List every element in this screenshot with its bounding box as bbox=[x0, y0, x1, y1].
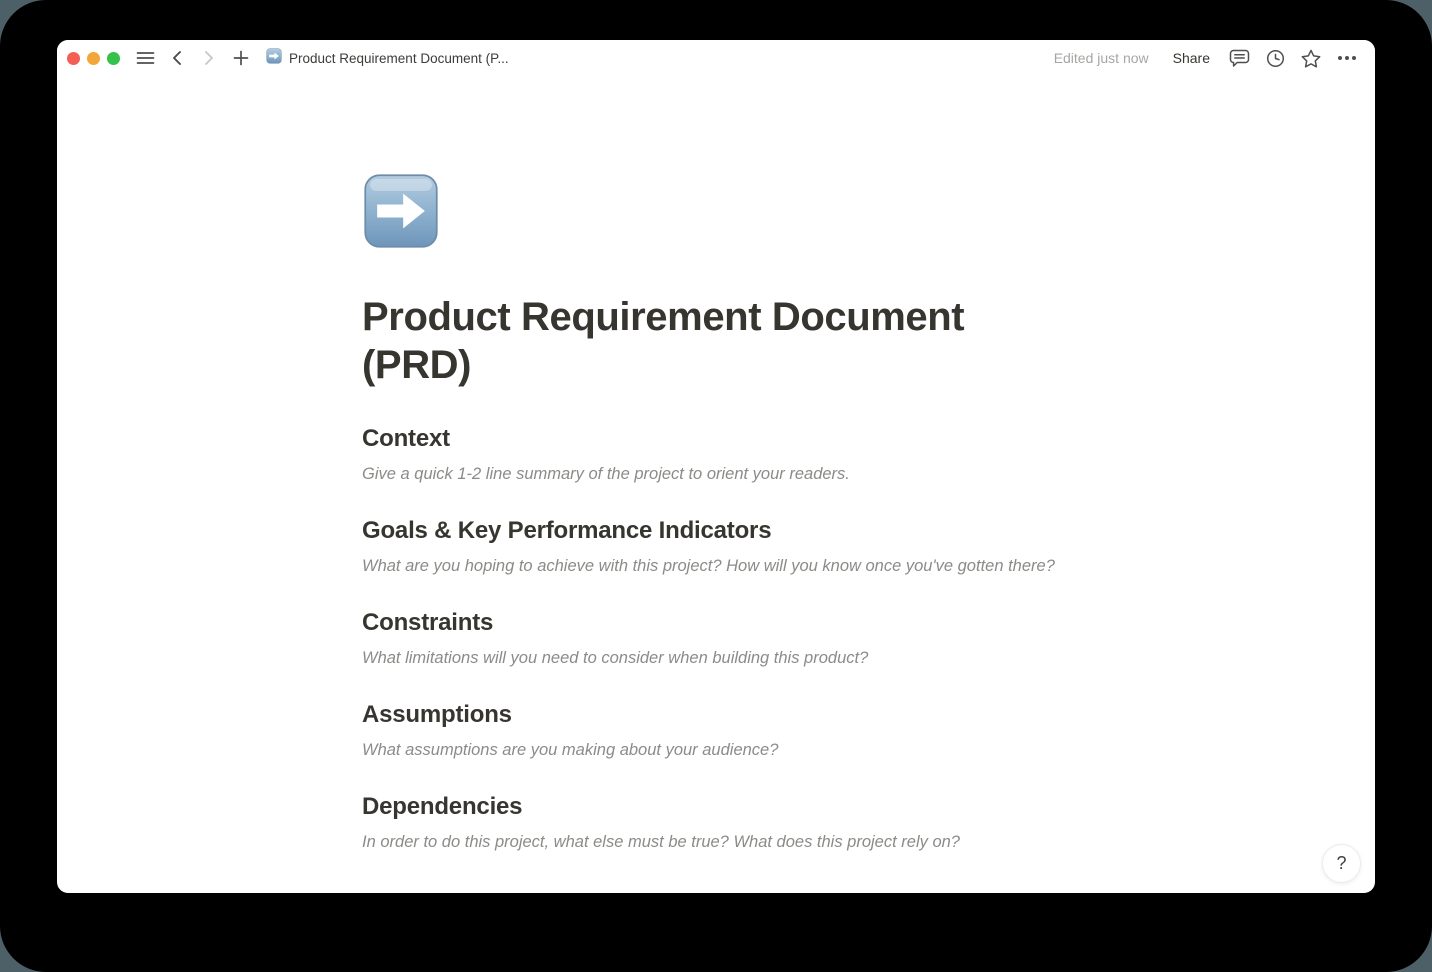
section-placeholder-text[interactable]: What assumptions are you making about yo… bbox=[362, 738, 1070, 763]
chevron-left-icon bbox=[170, 50, 184, 66]
section-assumptions: Assumptions What assumptions are you mak… bbox=[362, 699, 1070, 763]
section-placeholder-text[interactable]: What are you hoping to achieve with this… bbox=[362, 554, 1070, 579]
section-dependencies: Dependencies In order to do this project… bbox=[362, 791, 1070, 855]
new-tab-button[interactable] bbox=[228, 45, 254, 71]
section-heading[interactable]: Assumptions bbox=[362, 699, 1070, 730]
minimize-window-button[interactable] bbox=[87, 52, 100, 65]
comments-button[interactable] bbox=[1226, 45, 1252, 71]
nav-group bbox=[132, 45, 254, 71]
section-context: Context Give a quick 1-2 line summary of… bbox=[362, 423, 1070, 487]
hamburger-icon bbox=[136, 51, 155, 65]
page-column: Product Requirement Document (PRD) Conte… bbox=[362, 76, 1070, 855]
edited-status: Edited just now bbox=[1054, 50, 1149, 66]
section-placeholder-text[interactable]: In order to do this project, what else m… bbox=[362, 830, 1070, 855]
more-options-button[interactable] bbox=[1334, 45, 1360, 71]
section-placeholder-text[interactable]: What limitations will you need to consid… bbox=[362, 646, 1070, 671]
section-heading[interactable]: Goals & Key Performance Indicators bbox=[362, 515, 1070, 546]
notion-window: Product Requirement Document (P... Edite… bbox=[57, 40, 1375, 893]
section-placeholder-text[interactable]: Give a quick 1-2 line summary of the pro… bbox=[362, 462, 1070, 487]
section-heading[interactable]: Dependencies bbox=[362, 791, 1070, 822]
tab-title: Product Requirement Document (P... bbox=[289, 51, 509, 66]
updates-history-button[interactable] bbox=[1262, 45, 1288, 71]
close-window-button[interactable] bbox=[67, 52, 80, 65]
star-icon bbox=[1301, 49, 1321, 68]
titlebar: Product Requirement Document (P... Edite… bbox=[57, 40, 1375, 76]
chevron-right-icon bbox=[202, 50, 216, 66]
right-arrow-emoji-small bbox=[266, 48, 282, 69]
share-button[interactable]: Share bbox=[1167, 47, 1216, 69]
page-title[interactable]: Product Requirement Document (PRD) bbox=[362, 293, 1032, 389]
section-heading[interactable]: Context bbox=[362, 423, 1070, 454]
plus-icon bbox=[233, 50, 249, 66]
back-button[interactable] bbox=[164, 45, 190, 71]
traffic-lights bbox=[67, 52, 120, 65]
titlebar-breadcrumb[interactable]: Product Requirement Document (P... bbox=[266, 48, 509, 69]
favorite-button[interactable] bbox=[1298, 45, 1324, 71]
question-mark-icon: ? bbox=[1336, 853, 1346, 874]
titlebar-actions: Edited just now Share bbox=[1054, 45, 1360, 71]
help-button[interactable]: ? bbox=[1322, 844, 1361, 883]
page-content-area: Product Requirement Document (PRD) Conte… bbox=[57, 76, 1375, 893]
section-goals-kpis: Goals & Key Performance Indicators What … bbox=[362, 515, 1070, 579]
page-icon-right-arrow-emoji[interactable] bbox=[362, 172, 440, 255]
section-heading[interactable]: Constraints bbox=[362, 607, 1070, 638]
sidebar-toggle-button[interactable] bbox=[132, 45, 158, 71]
clock-icon bbox=[1266, 49, 1285, 68]
ellipsis-icon bbox=[1337, 55, 1357, 61]
comment-bubble-icon bbox=[1229, 49, 1250, 68]
forward-button[interactable] bbox=[196, 45, 222, 71]
zoom-window-button[interactable] bbox=[107, 52, 120, 65]
section-constraints: Constraints What limitations will you ne… bbox=[362, 607, 1070, 671]
